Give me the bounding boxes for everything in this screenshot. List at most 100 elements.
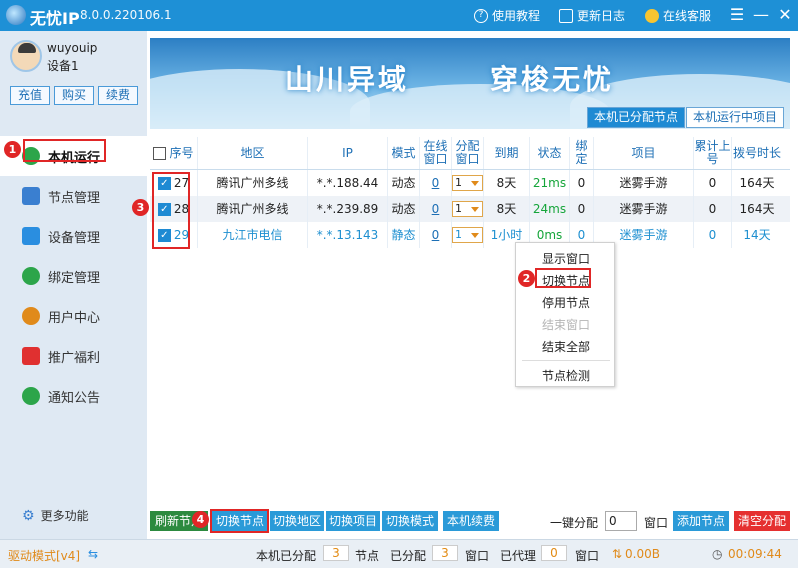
banner-slogan-1: 山川异域	[285, 63, 410, 96]
window-unit-2: 窗口	[575, 549, 600, 563]
select-all-checkbox[interactable]	[153, 146, 167, 160]
context-menu: 显示窗口 切换节点 停用节点 结束窗口 结束全部 节点检测	[515, 242, 615, 387]
header-online-window[interactable]: 在线窗口	[420, 137, 452, 169]
window-unit: 窗口	[465, 549, 490, 563]
header-mode[interactable]: 模式	[388, 137, 420, 169]
allocated-value: 3	[432, 545, 458, 561]
help-link[interactable]: ? 使用教程	[474, 7, 540, 24]
header-alloc-window[interactable]: 分配窗口	[452, 137, 484, 169]
step-badge-1: 1	[4, 141, 21, 158]
minimize-icon[interactable]: —	[751, 5, 771, 25]
tab-assigned-nodes[interactable]: 本机已分配节点	[587, 107, 686, 128]
recharge-button[interactable]: 充值	[10, 86, 50, 105]
header-total[interactable]: 累计上号	[694, 137, 732, 169]
changelog-link[interactable]: 更新日志	[559, 7, 625, 24]
sidebar-item-promotion[interactable]: 推广福利	[0, 336, 147, 376]
support-label: 在线客服	[663, 9, 712, 23]
banner-slogan-2: 穿梭无忧	[490, 63, 615, 96]
table-row[interactable]: ✓ 27 腾讯广州多线 *.*.188.44 动态 0 1 8天 21ms 0 迷…	[150, 170, 790, 196]
row-region: 腾讯广州多线	[198, 196, 308, 222]
header-region[interactable]: 地区	[198, 137, 308, 169]
sidebar-item-node-manage[interactable]: 节点管理	[0, 176, 147, 216]
bell-icon	[22, 387, 40, 405]
menu-item-end-all[interactable]: 结束全部	[516, 338, 616, 355]
row-alloc-select[interactable]: 1	[452, 201, 483, 217]
sidebar-item-label: 推广福利	[48, 350, 101, 366]
row-online-link[interactable]: 0	[432, 202, 440, 216]
device-name: 设备1	[47, 59, 79, 73]
sidebar-item-bind-manage[interactable]: 绑定管理	[0, 256, 147, 296]
row-ip: *.*.239.89	[308, 196, 388, 222]
switch-mode-button[interactable]: 切换模式	[382, 511, 438, 531]
tab-running-projects[interactable]: 本机运行中项目	[686, 107, 785, 128]
sidebar: wuyouip 设备1 充值 购买 续费 本机运行 节点管理 设备管理 绑定管理…	[0, 31, 147, 539]
more-features-label: 更多功能	[40, 509, 89, 523]
table-row[interactable]: ✓ 29 九江市电信 *.*.13.143 静态 0 1 1小时 0ms 0 迷雾…	[150, 222, 790, 248]
node-table: 序号 地区 IP 模式 在线窗口 分配窗口 到期 状态 绑定 项目 累计上号 拨…	[150, 137, 790, 248]
more-features-link[interactable]: ⚙ 更多功能	[22, 507, 89, 524]
row-online-link[interactable]: 0	[432, 228, 440, 242]
menu-item-disable-node[interactable]: 停用节点	[516, 294, 616, 311]
row-ip: *.*.13.143	[308, 222, 388, 248]
bind-icon	[22, 267, 40, 285]
row-ip: *.*.188.44	[308, 170, 388, 196]
row-mode: 动态	[388, 196, 420, 222]
changelog-label: 更新日志	[577, 9, 626, 23]
highlight-box-3	[152, 172, 190, 249]
header-duration[interactable]: 拨号时长	[732, 137, 782, 169]
row-online-cell: 0	[420, 222, 452, 248]
elapsed-time: 00:09:44	[728, 547, 782, 561]
clear-alloc-button[interactable]: 清空分配	[734, 511, 790, 531]
local-renew-button[interactable]: 本机续费	[443, 511, 499, 531]
sidebar-item-user-center[interactable]: 用户中心	[0, 296, 147, 336]
sidebar-item-label: 用户中心	[48, 310, 101, 326]
row-project: 迷雾手游	[594, 196, 694, 222]
avatar[interactable]	[10, 40, 42, 72]
clock-icon: ◷	[712, 547, 723, 561]
add-node-button[interactable]: 添加节点	[673, 511, 729, 531]
header-bind[interactable]: 绑定	[570, 137, 594, 169]
sidebar-item-label: 节点管理	[48, 190, 101, 206]
switch-project-button[interactable]: 切换项目	[326, 511, 380, 531]
support-link[interactable]: 在线客服	[645, 7, 711, 24]
row-mode: 动态	[388, 170, 420, 196]
menu-item-end-window: 结束窗口	[541, 318, 590, 332]
sidebar-item-device-manage[interactable]: 设备管理	[0, 216, 147, 256]
table-row[interactable]: ✓ 28 腾讯广州多线 *.*.239.89 动态 0 1 8天 24ms 0 迷…	[150, 196, 790, 222]
assigned-value: 3	[323, 545, 349, 561]
row-duration: 14天	[743, 227, 771, 242]
highlight-box-2	[535, 268, 591, 288]
refresh-icon[interactable]: ⇆	[88, 547, 98, 561]
sidebar-item-notice[interactable]: 通知公告	[0, 376, 147, 416]
driver-mode: 驱动模式[v4]	[8, 549, 81, 563]
row-online-link[interactable]: 0	[432, 176, 440, 190]
one-click-alloc-select[interactable]: 0	[605, 511, 637, 531]
menu-icon[interactable]: ☰	[727, 5, 747, 25]
buy-button[interactable]: 购买	[54, 86, 94, 105]
proxied-label: 已代理	[500, 549, 537, 563]
node-unit: 节点	[355, 549, 380, 563]
highlight-box-1	[23, 139, 106, 162]
gift-icon	[22, 347, 40, 365]
row-status: 24ms	[530, 196, 570, 222]
row-alloc-select[interactable]: 1	[452, 175, 483, 191]
menu-separator	[522, 360, 610, 361]
header-expire[interactable]: 到期	[484, 137, 530, 169]
app-name: 无忧IP	[30, 9, 80, 28]
header-id[interactable]: 序号	[150, 137, 198, 169]
header-ip[interactable]: IP	[308, 137, 388, 169]
menu-item-show-window[interactable]: 显示窗口	[516, 250, 616, 267]
step-badge-3: 3	[132, 199, 149, 216]
step-badge-2: 2	[518, 270, 535, 287]
header-status[interactable]: 状态	[530, 137, 570, 169]
status-bar: 驱动模式[v4] ⇆ 本机已分配 3 节点 已分配 3 窗口 已代理 0 窗口 …	[0, 539, 798, 568]
menu-item-node-check[interactable]: 节点检测	[516, 367, 616, 384]
close-icon[interactable]: ✕	[775, 5, 795, 25]
row-online-cell: 0	[420, 196, 452, 222]
row-alloc-select[interactable]: 1	[452, 227, 483, 243]
header-project[interactable]: 项目	[594, 137, 694, 169]
row-alloc-cell: 1	[452, 196, 484, 222]
row-online-cell: 0	[420, 170, 452, 196]
renew-button[interactable]: 续费	[98, 86, 138, 105]
switch-region-button[interactable]: 切换地区	[270, 511, 324, 531]
